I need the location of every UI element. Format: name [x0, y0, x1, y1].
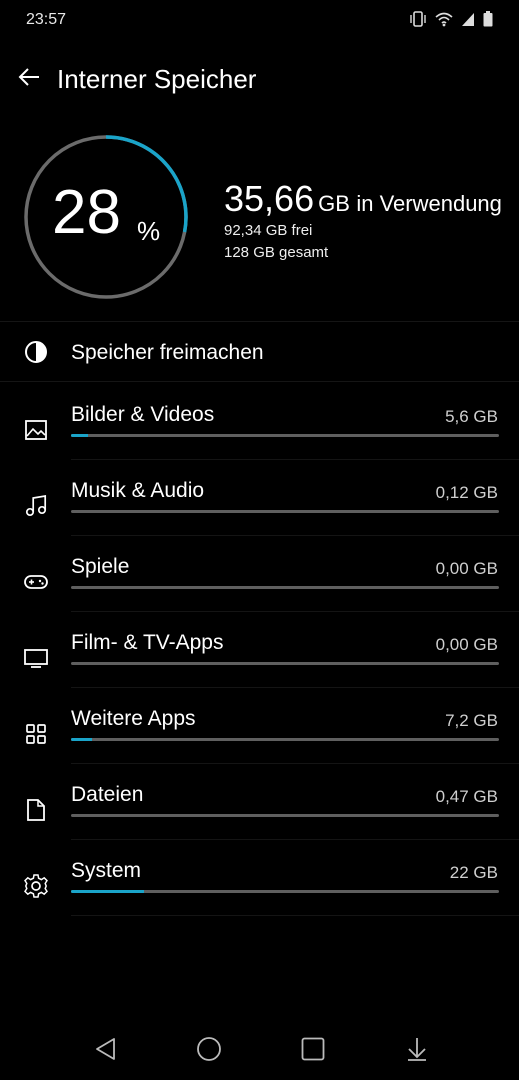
- row-separator: [71, 535, 519, 536]
- nav-back-button[interactable]: [89, 1032, 123, 1066]
- usage-bar-fill: [71, 738, 93, 741]
- music-note-icon: [23, 493, 49, 519]
- free-up-storage-button[interactable]: Speicher freimachen: [0, 323, 519, 381]
- storage-pie-icon: [25, 341, 47, 363]
- status-time: 23:57: [26, 11, 67, 28]
- usage-bar: [71, 662, 499, 665]
- used-unit: GB: [318, 191, 350, 216]
- category-label: Musik & Audio: [71, 479, 205, 502]
- row-separator: [71, 763, 519, 764]
- used-label: in Verwendung: [356, 191, 502, 216]
- gear-icon: [23, 873, 49, 899]
- category-label: Spiele: [71, 555, 130, 578]
- category-size: 22 GB: [449, 863, 498, 882]
- category-label: Film- & TV-Apps: [71, 631, 224, 654]
- category-size: 0,00 GB: [435, 635, 498, 654]
- category-label: Bilder & Videos: [71, 403, 215, 426]
- category-row-games[interactable]: Spiele 0,00 GB: [0, 545, 519, 621]
- category-label: Dateien: [71, 783, 144, 806]
- category-row-images[interactable]: Bilder & Videos 5,6 GB: [0, 393, 519, 469]
- category-label: System: [71, 859, 142, 882]
- category-row-other-apps[interactable]: Weitere Apps 7,2 GB: [0, 697, 519, 773]
- usage-bar: [71, 434, 499, 437]
- used-summary: 35,66 GB in Verwendung: [224, 178, 502, 220]
- category-row-system[interactable]: System 22 GB: [0, 849, 519, 925]
- category-row-files[interactable]: Dateien 0,47 GB: [0, 773, 519, 849]
- category-size: 0,47 GB: [435, 787, 498, 806]
- page-title: Interner Speicher: [57, 64, 257, 94]
- wifi-icon: [435, 12, 453, 27]
- arrow-back-icon: [18, 68, 39, 86]
- row-separator: [71, 839, 519, 840]
- tv-icon: [23, 645, 49, 671]
- image-icon: [23, 417, 49, 443]
- row-separator: [71, 915, 519, 916]
- total-space: 128 GB gesamt: [224, 244, 329, 261]
- usage-bar-fill: [71, 434, 89, 437]
- usage-percent-sign: %: [137, 216, 161, 246]
- apps-grid-icon: [23, 721, 49, 747]
- usage-bar-fill: [71, 890, 144, 893]
- category-row-music[interactable]: Musik & Audio 0,12 GB: [0, 469, 519, 545]
- free-space: 92,34 GB frei: [224, 222, 313, 239]
- row-separator: [71, 611, 519, 612]
- gamepad-icon: [23, 569, 49, 595]
- square-recents-icon: [301, 1037, 325, 1061]
- category-label: Weitere Apps: [71, 707, 196, 730]
- divider: [0, 321, 519, 322]
- battery-icon: [483, 11, 493, 27]
- divider: [0, 381, 519, 382]
- category-size: 5,6 GB: [445, 407, 498, 426]
- usage-bar: [71, 510, 499, 513]
- triangle-back-icon: [96, 1038, 115, 1060]
- navigation-bar: [0, 1016, 519, 1080]
- signal-icon: [462, 13, 474, 26]
- usage-bar: [71, 890, 499, 893]
- usage-bar: [71, 814, 499, 817]
- free-up-storage-label: Speicher freimachen: [71, 341, 264, 364]
- nav-recents-button[interactable]: [296, 1032, 330, 1066]
- circle-home-icon: [197, 1037, 221, 1061]
- vibrate-icon: [410, 11, 426, 27]
- usage-bar: [71, 586, 499, 589]
- category-size: 7,2 GB: [445, 711, 498, 730]
- status-bar: 23:57: [0, 0, 519, 40]
- nav-home-button[interactable]: [192, 1032, 226, 1066]
- category-size: 0,00 GB: [435, 559, 498, 578]
- usage-percent: 28: [52, 178, 121, 247]
- back-button[interactable]: [14, 62, 44, 92]
- status-icons: [409, 11, 493, 27]
- category-size: 0,12 GB: [435, 483, 498, 502]
- app-header: Interner Speicher: [0, 52, 519, 108]
- usage-bar: [71, 738, 499, 741]
- row-separator: [71, 459, 519, 460]
- used-value: 35,66: [224, 178, 315, 219]
- nav-notifications-button[interactable]: [400, 1032, 434, 1066]
- arrow-down-icon: [408, 1038, 426, 1061]
- row-separator: [71, 687, 519, 688]
- category-row-tv-apps[interactable]: Film- & TV-Apps 0,00 GB: [0, 621, 519, 697]
- file-icon: [23, 797, 49, 823]
